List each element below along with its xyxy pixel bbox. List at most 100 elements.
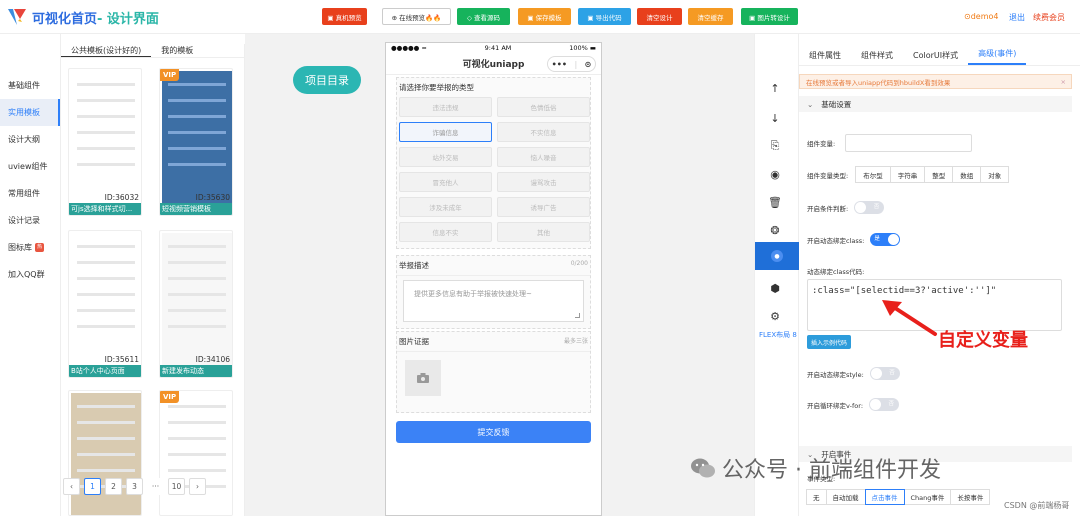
toolbar-button-1[interactable]: ⊕ 在线预览🔥🔥 xyxy=(382,8,451,25)
project-directory-button[interactable]: 项目目录 xyxy=(293,66,361,94)
template-id: ID:35611 xyxy=(104,355,139,364)
template-id: ID:34106 xyxy=(195,355,230,364)
reason-option[interactable]: 站外交易 xyxy=(399,147,492,167)
toolbar-button-3[interactable]: ▣ 保存模板 xyxy=(518,8,571,25)
upload-image-button[interactable] xyxy=(405,360,441,396)
property-tab-1[interactable]: 组件样式 xyxy=(851,50,903,65)
reason-option[interactable]: 诈骗信息 xyxy=(399,122,492,142)
template-card[interactable]: ID:34106 新建发布动态 xyxy=(159,230,233,378)
logout-link[interactable]: 退出 xyxy=(1009,12,1025,23)
template-card[interactable]: VIP xyxy=(159,390,233,516)
description-placeholder: 提供更多信息有助于举报被快速处理~ xyxy=(414,290,532,298)
reason-option[interactable]: 谩骂攻击 xyxy=(497,172,590,192)
arrow-down-icon[interactable]: ↓ xyxy=(767,110,783,126)
shield-icon[interactable]: ⬢ xyxy=(767,280,783,296)
event-type-option[interactable]: 无 xyxy=(806,489,827,505)
nav-item-7[interactable]: 加入QQ群 xyxy=(0,261,60,288)
nav-item-5[interactable]: 设计记录 xyxy=(0,207,60,234)
target-icon[interactable]: ● xyxy=(755,242,799,270)
trash-icon[interactable]: 🗑 xyxy=(767,194,783,210)
chevron-down-icon: ⌄ xyxy=(807,99,814,109)
page-button[interactable]: 2 xyxy=(105,477,122,495)
reason-option[interactable]: 色情低俗 xyxy=(497,97,590,117)
user-name[interactable]: ⊙demo4 xyxy=(964,12,998,21)
page-button[interactable]: 3 xyxy=(126,477,143,495)
tab-my-templates[interactable]: 我的模板 xyxy=(151,44,203,57)
reason-option[interactable]: 诱导广告 xyxy=(497,197,590,217)
close-icon[interactable]: × xyxy=(1061,78,1066,86)
next-page-button[interactable]: › xyxy=(189,477,206,495)
template-id: ID:35630 xyxy=(195,193,230,202)
nav-item-2[interactable]: 设计大纲 xyxy=(0,126,60,153)
evidence-section: 图片证据 最多三张 xyxy=(396,331,591,413)
template-card[interactable]: ID:36032 可js选择和样式切... xyxy=(68,68,142,216)
copy-icon[interactable]: ⎘ xyxy=(767,138,783,154)
nav-item-3[interactable]: uview组件 xyxy=(0,153,60,180)
reason-option[interactable]: 违法违规 xyxy=(399,97,492,117)
vfor-switch[interactable]: 否 xyxy=(869,398,900,411)
flex-layout-label[interactable]: FLEX布局 8 xyxy=(759,330,797,340)
capsule-menu[interactable]: ••• | ⊙ xyxy=(547,56,596,72)
aperture-icon[interactable]: ❂ xyxy=(767,222,783,238)
reason-option[interactable]: 其他 xyxy=(497,222,590,242)
insert-example-button[interactable]: 插入示例代码 xyxy=(807,335,852,349)
page-button[interactable]: 10 xyxy=(168,477,185,495)
variable-type-option[interactable]: 字符串 xyxy=(889,166,926,183)
event-type-option[interactable]: 自动加载 xyxy=(825,489,866,505)
reason-option[interactable]: 恼人噪音 xyxy=(497,147,590,167)
tab-public-templates[interactable]: 公共模板(设计好的) xyxy=(61,44,152,57)
nav-item-label: 设计记录 xyxy=(8,216,40,225)
basic-settings-group[interactable]: ⌄ 基础设置 xyxy=(799,96,1072,112)
resize-handle-icon[interactable] xyxy=(575,313,580,318)
toolbar-button-2[interactable]: ◇ 查看源码 xyxy=(457,8,510,25)
compass-icon[interactable]: ◉ xyxy=(767,166,783,182)
nav-item-1[interactable]: 实用模板 xyxy=(0,99,60,126)
event-type-option[interactable]: Chang事件 xyxy=(903,489,952,505)
gear-icon[interactable]: ⚙ xyxy=(767,308,783,324)
app-logo[interactable]: 可视化首页- 设计界面 xyxy=(6,6,159,28)
variable-input[interactable] xyxy=(845,134,973,152)
red-arrow-icon xyxy=(882,300,937,336)
property-tab-2[interactable]: ColorUI样式 xyxy=(903,50,968,65)
toolbar-button-4[interactable]: ▣ 导出代码 xyxy=(578,8,631,25)
toolbar-button-7[interactable]: ▣ 图片转设计 xyxy=(741,8,798,25)
nav-item-label: 常用组件 xyxy=(8,189,40,198)
nav-item-4[interactable]: 常用组件 xyxy=(0,180,60,207)
pagination: ‹ 1 2 3 ··· 10 › xyxy=(61,476,245,496)
property-tab-0[interactable]: 组件属性 xyxy=(799,50,851,65)
template-card[interactable]: ID:35611 B站个人中心页面 xyxy=(68,230,142,378)
reason-option[interactable]: 冒充他人 xyxy=(399,172,492,192)
renew-link[interactable]: 续费会员 xyxy=(1033,12,1065,23)
variable-type-option[interactable]: 数组 xyxy=(952,166,982,183)
prev-page-button[interactable]: ‹ xyxy=(63,477,80,495)
reason-option[interactable]: 涉及未成年 xyxy=(399,197,492,217)
description-textarea[interactable]: 提供更多信息有助于举报被快速处理~ xyxy=(403,280,584,322)
toolbar-button-5[interactable]: 清空设计 xyxy=(637,8,682,25)
toolbar-button-6[interactable]: 清空缓存 xyxy=(688,8,733,25)
dynamic-class-switch[interactable]: 是 xyxy=(870,233,901,246)
nav-item-6[interactable]: 图标库热 xyxy=(0,234,60,261)
left-nav: 基础组件 实用模板设计大纲 uview组件常用组件设计记录图标库热加入QQ群 xyxy=(0,34,61,516)
page-button[interactable]: ··· xyxy=(147,477,164,495)
event-type-option[interactable]: 长按事件 xyxy=(950,489,991,505)
variable-type-option[interactable]: 布尔型 xyxy=(855,166,891,183)
page-button[interactable]: 1 xyxy=(84,477,101,495)
property-tab-3[interactable]: 高级(事件) xyxy=(968,48,1027,65)
reason-option[interactable]: 不实信息 xyxy=(497,122,590,142)
arrow-up-icon[interactable]: ↑ xyxy=(767,80,783,96)
template-card[interactable]: VIP ID:35630 短视频营销模板 xyxy=(159,68,233,216)
template-card[interactable] xyxy=(68,390,142,516)
event-type-option[interactable]: 点击事件 xyxy=(864,489,905,505)
nav-item-label: 设计大纲 xyxy=(8,135,40,144)
reason-option[interactable]: 信息不实 xyxy=(399,222,492,242)
nav-item-0[interactable]: 基础组件 xyxy=(0,72,60,99)
dynamic-style-switch[interactable]: 否 xyxy=(869,367,900,380)
toolbar-button-0[interactable]: ▣ 真机预览 xyxy=(322,8,367,25)
variable-type-option[interactable]: 整型 xyxy=(924,166,954,183)
submit-feedback-button[interactable]: 提交反馈 xyxy=(396,421,591,443)
more-icon[interactable]: ••• xyxy=(552,60,567,69)
top-toolbar: 可视化首页- 设计界面 ▣ 真机预览 ⊕ 在线预览🔥🔥 ◇ 查看源码 ▣ 保存模板 ▣ … xyxy=(0,0,1080,34)
variable-type-option[interactable]: 对象 xyxy=(980,166,1010,183)
close-target-icon[interactable]: ⊙ xyxy=(585,60,592,69)
condition-switch[interactable]: 否 xyxy=(854,201,885,214)
